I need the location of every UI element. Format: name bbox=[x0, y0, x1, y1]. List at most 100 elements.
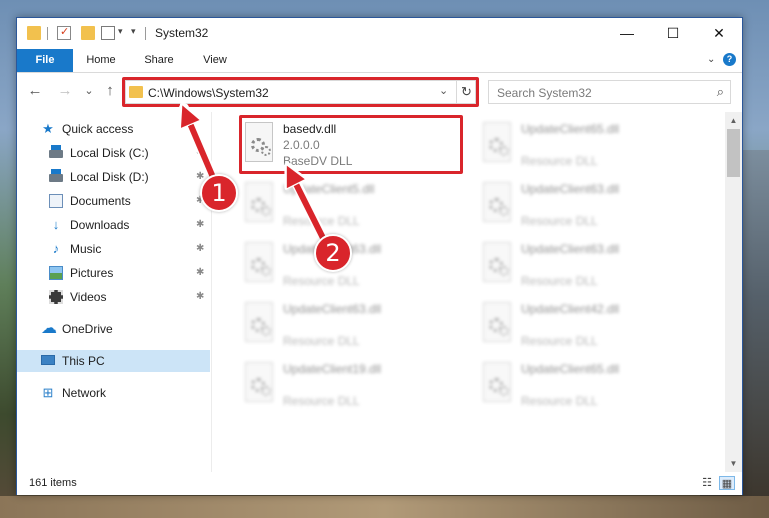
music-icon: ♪ bbox=[52, 241, 60, 256]
folder-icon bbox=[27, 26, 41, 40]
recent-locations-button[interactable]: ⌄ bbox=[79, 81, 99, 101]
rename-icon[interactable] bbox=[101, 26, 115, 40]
dll-file-icon bbox=[241, 302, 277, 346]
pin-icon[interactable]: ✱ bbox=[196, 147, 204, 158]
expand-ribbon-icon[interactable]: ⌄ bbox=[707, 54, 715, 65]
up-button[interactable]: ↑ bbox=[100, 81, 120, 101]
file-description: Resource DLL bbox=[521, 214, 598, 228]
tab-share[interactable]: Share bbox=[139, 49, 179, 72]
title-bar: ▾ ▾ System32 — ☐ ✕ bbox=[17, 18, 742, 49]
sidebar-item-documents[interactable]: Documents ✱ bbox=[17, 190, 210, 212]
window-title: System32 bbox=[155, 26, 209, 40]
file-description: Resource DLL bbox=[521, 274, 598, 288]
customize-toolbar-icon[interactable]: ▾ bbox=[118, 26, 123, 37]
sidebar-item-label: This PC bbox=[62, 354, 105, 368]
file-name: UpdateClient63.dll bbox=[521, 242, 620, 256]
sidebar-item-this-pc[interactable]: This PC bbox=[17, 350, 210, 372]
tab-home[interactable]: Home bbox=[81, 49, 121, 72]
file-name: UpdateClient19.dll bbox=[283, 362, 382, 376]
back-button[interactable]: ← bbox=[25, 81, 45, 101]
file-description: Resource DLL bbox=[283, 394, 360, 408]
properties-icon[interactable] bbox=[57, 25, 71, 40]
sidebar-item-local-disk-d[interactable]: Local Disk (D:) ✱ bbox=[17, 166, 210, 188]
file-highlight-box bbox=[239, 115, 463, 174]
sidebar-item-quick-access[interactable]: ★ Quick access bbox=[17, 118, 210, 140]
forward-button[interactable]: → bbox=[55, 81, 75, 101]
documents-icon bbox=[49, 194, 63, 208]
divider bbox=[47, 27, 48, 40]
sidebar-item-music[interactable]: ♪ Music ✱ bbox=[17, 238, 210, 260]
pin-icon[interactable]: ✱ bbox=[196, 219, 204, 230]
file-name: UpdateClient5.dll bbox=[283, 182, 375, 196]
close-button[interactable]: ✕ bbox=[696, 18, 742, 48]
pin-icon[interactable]: ✱ bbox=[196, 243, 204, 254]
drive-icon bbox=[49, 169, 63, 182]
pin-icon[interactable]: ✱ bbox=[196, 267, 204, 278]
file-name: UpdateClient63.dll bbox=[521, 182, 620, 196]
file-tile[interactable]: UpdateClient63.dll Resource DLL bbox=[473, 236, 703, 292]
scroll-down-button[interactable]: ▼ bbox=[725, 455, 742, 472]
onedrive-icon: ☁ bbox=[41, 320, 57, 337]
help-icon[interactable]: ? bbox=[723, 53, 736, 66]
pin-icon[interactable]: ✱ bbox=[196, 291, 204, 302]
network-icon: ⊞ bbox=[42, 385, 54, 400]
address-highlight-box bbox=[122, 77, 479, 107]
qat-dropdown-icon[interactable]: ▾ bbox=[131, 26, 136, 37]
this-pc-icon bbox=[41, 355, 55, 365]
file-tile[interactable]: UpdateClient65.dll Resource DLL bbox=[473, 116, 703, 172]
sidebar-item-label: Pictures bbox=[70, 266, 114, 280]
sidebar-item-local-disk-c[interactable]: Local Disk (C:) ✱ bbox=[17, 142, 210, 164]
dll-file-icon bbox=[241, 242, 277, 286]
file-description: Resource DLL bbox=[521, 394, 598, 408]
tab-view[interactable]: View bbox=[195, 49, 235, 72]
file-tile[interactable]: UpdateClient19.dll Resource DLL bbox=[235, 356, 465, 412]
file-name: UpdateClient42.dll bbox=[521, 302, 620, 316]
vertical-scrollbar[interactable]: ▲ ▼ bbox=[725, 112, 742, 472]
step-1-callout: 1 bbox=[200, 174, 238, 212]
download-icon: ↓ bbox=[52, 217, 60, 232]
scroll-up-button[interactable]: ▲ bbox=[725, 112, 742, 129]
item-count: 161 items bbox=[29, 477, 77, 489]
maximize-button[interactable]: ☐ bbox=[650, 18, 696, 48]
navigation-bar: ← → ⌄ ↑ C:\Windows\System32 ⌄ ↻ Search S… bbox=[17, 74, 742, 108]
scroll-thumb[interactable] bbox=[727, 129, 740, 177]
sidebar-item-label: Downloads bbox=[70, 218, 130, 232]
minimize-button[interactable]: — bbox=[604, 18, 650, 48]
dll-file-icon bbox=[479, 362, 515, 406]
sidebar-item-label: Music bbox=[70, 242, 102, 256]
dll-file-icon bbox=[479, 242, 515, 286]
file-description: Resource DLL bbox=[283, 214, 360, 228]
dll-file-icon bbox=[241, 182, 277, 226]
star-icon: ★ bbox=[42, 121, 54, 136]
file-tile[interactable]: UpdateClient5.dll Resource DLL bbox=[235, 176, 465, 232]
sidebar-item-network[interactable]: ⊞ Network bbox=[17, 382, 210, 404]
sidebar-item-label: Videos bbox=[70, 290, 107, 304]
file-tile[interactable]: UpdateClient63.dll Resource DLL bbox=[235, 296, 465, 352]
tab-file[interactable]: File bbox=[17, 49, 73, 72]
file-name: UpdateClient65.dll bbox=[521, 122, 620, 136]
divider bbox=[145, 27, 146, 40]
file-description: Resource DLL bbox=[283, 334, 360, 348]
sidebar-item-onedrive[interactable]: ☁ OneDrive bbox=[17, 318, 210, 340]
sidebar-item-label: Network bbox=[62, 386, 107, 400]
new-folder-icon[interactable] bbox=[81, 26, 95, 40]
search-icon[interactable]: ⌕ bbox=[717, 84, 724, 100]
sidebar-item-downloads[interactable]: ↓ Downloads ✱ bbox=[17, 214, 210, 236]
details-view-button[interactable]: ☷ bbox=[699, 476, 715, 490]
file-tile[interactable]: UpdateClient42.dll Resource DLL bbox=[473, 296, 703, 352]
file-tile[interactable]: UpdateClient63.dll Resource DLL bbox=[473, 176, 703, 232]
file-name: UpdateClient65.dll bbox=[521, 362, 620, 376]
ribbon-tabs: File Home Share View ⌄ ? bbox=[17, 49, 742, 73]
search-input[interactable]: Search System32 ⌕ bbox=[488, 80, 731, 104]
step-2-callout: 2 bbox=[314, 234, 352, 272]
sidebar-item-pictures[interactable]: Pictures ✱ bbox=[17, 262, 210, 284]
status-bar: 161 items ☷ ▦ bbox=[17, 472, 742, 495]
file-tile[interactable]: UpdateClient65.dll Resource DLL bbox=[473, 356, 703, 412]
dll-file-icon bbox=[479, 122, 515, 166]
tiles-view-button[interactable]: ▦ bbox=[719, 476, 735, 490]
sidebar-item-label: OneDrive bbox=[62, 322, 113, 336]
desktop-wallpaper-sand bbox=[0, 496, 769, 518]
pictures-icon bbox=[49, 266, 63, 280]
sidebar-item-videos[interactable]: Videos ✱ bbox=[17, 286, 210, 308]
file-description: Resource DLL bbox=[521, 154, 598, 168]
